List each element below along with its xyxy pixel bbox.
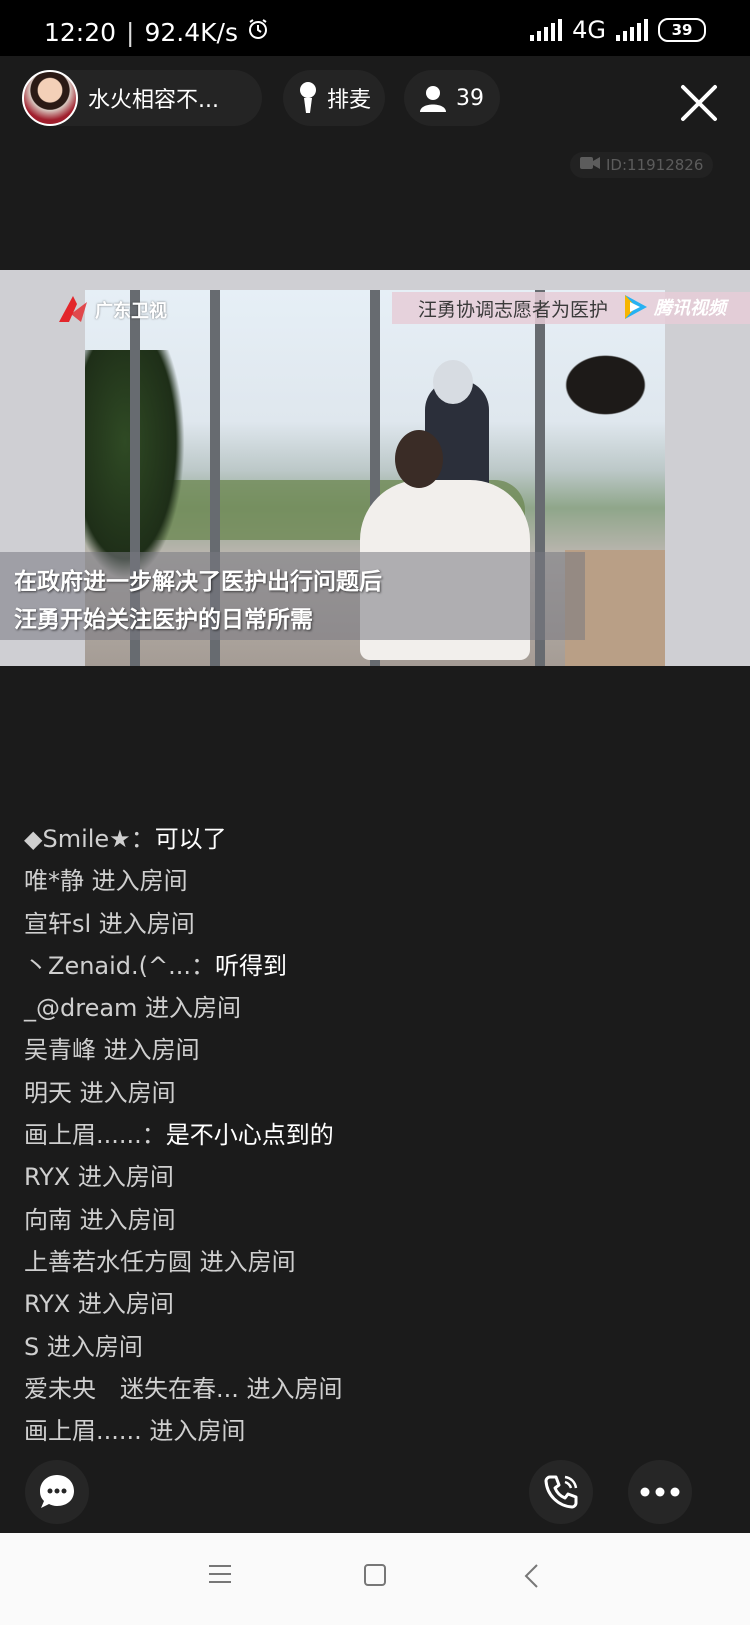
chat-username[interactable]: ◆Smile★：	[24, 825, 155, 853]
host-profile[interactable]: 水火相容不...	[22, 70, 262, 126]
phone-call-icon[interactable]	[541, 1472, 581, 1512]
status-right: 4G 39	[530, 16, 706, 44]
chat-message: 唯*静 进入房间	[24, 860, 724, 902]
signal-icon-2	[616, 19, 648, 41]
play-logo-icon	[625, 295, 647, 319]
platform-logo-text: 腾讯视频	[654, 298, 726, 319]
chat-username[interactable]: 丶Zenaid.(^...：	[24, 952, 215, 980]
network-type: 4G	[572, 16, 606, 44]
chat-message: 上善若水任方圆 进入房间	[24, 1241, 724, 1283]
chat-text: 可以了	[154, 825, 227, 853]
audience-count: 39	[456, 85, 484, 111]
chat-username[interactable]: 宣轩sl 进入房间	[24, 910, 195, 938]
close-icon[interactable]	[678, 82, 720, 124]
chat-message: 丶Zenaid.(^...：听得到	[24, 945, 724, 987]
chat-message: ◆Smile★：可以了	[24, 818, 724, 860]
chat-text: 是不小心点到的	[165, 1121, 334, 1150]
chat-message: 吴青峰 进入房间	[24, 1029, 724, 1071]
chat-username[interactable]: RYX 进入房间	[24, 1163, 174, 1191]
audience-count-button[interactable]: 39	[404, 70, 500, 126]
microphone-icon	[297, 81, 319, 115]
navigation-bar	[0, 1533, 750, 1625]
chat-message: 明天 进入房间	[24, 1072, 724, 1114]
platform-logo: 腾讯视频	[620, 292, 726, 322]
avatar[interactable]	[22, 70, 78, 126]
battery-icon: 39	[658, 18, 706, 42]
chat-username[interactable]: 明天 进入房间	[24, 1079, 176, 1107]
queue-mic-label: 排麦	[327, 88, 372, 113]
chat-message: 爱未央 迷失在春... 进入房间	[24, 1368, 724, 1410]
status-separator: |	[126, 17, 135, 47]
channel-logo-text: 广东卫视	[95, 301, 167, 322]
chat-username[interactable]: 唯*静 进入房间	[24, 867, 188, 895]
chat-message: _@dream 进入房间	[24, 987, 724, 1029]
alarm-clock-icon	[246, 17, 270, 47]
subtitle-line-2: 汪勇开始关注医护的日常所需	[14, 607, 313, 633]
home-square-icon[interactable]	[363, 1563, 387, 1587]
voice-call-button[interactable]	[529, 1460, 593, 1524]
status-net-speed: 92.4K/s	[144, 17, 238, 47]
more-button[interactable]	[628, 1460, 692, 1524]
status-time: 12:20	[44, 17, 117, 47]
chat-username[interactable]: _@dream 进入房间	[24, 994, 241, 1022]
user-icon	[418, 83, 448, 113]
host-name: 水火相容不...	[88, 88, 219, 113]
video-camera-icon	[580, 156, 600, 174]
chat-message: 向南 进入房间	[24, 1199, 724, 1241]
chat-message: S 进入房间	[24, 1326, 724, 1368]
chat-message: 宣轩sl 进入房间	[24, 903, 724, 945]
back-chevron-icon[interactable]	[523, 1563, 539, 1589]
chat-button[interactable]	[25, 1460, 89, 1524]
menu-icon[interactable]	[208, 1563, 232, 1585]
chat-username[interactable]: 画上眉...... 进入房间	[24, 1417, 245, 1445]
chat-username[interactable]: 上善若水任方圆 进入房间	[24, 1248, 296, 1276]
close-button[interactable]	[678, 82, 720, 124]
chat-username[interactable]: S 进入房间	[24, 1333, 143, 1361]
signal-icon	[530, 19, 563, 41]
room-id: ID:11912826	[606, 156, 704, 174]
chat-message: RYX 进入房间	[24, 1156, 724, 1198]
chat-text: 听得到	[215, 951, 288, 980]
chat-bubble-icon[interactable]	[37, 1472, 77, 1512]
chat-username[interactable]: 爱未央 迷失在春... 进入房间	[24, 1375, 343, 1403]
subtitle-line-1: 在政府进一步解决了医护出行问题后	[14, 569, 382, 595]
status-left: 12:20 | 92.4K/s	[44, 17, 270, 47]
chat-username[interactable]: 画上眉......：	[24, 1121, 166, 1149]
chat-message: 画上眉...... 进入房间	[24, 1410, 724, 1452]
more-dots-icon[interactable]	[640, 1487, 680, 1497]
channel-logo: 广东卫视	[55, 292, 167, 328]
chat-username[interactable]: RYX 进入房间	[24, 1290, 174, 1318]
battery-level: 39	[671, 21, 693, 39]
queue-mic-button[interactable]: 排麦	[283, 70, 385, 126]
chat-username[interactable]: 向南 进入房间	[24, 1206, 176, 1234]
room-id-badge: ID:11912826	[570, 152, 714, 178]
chat-list[interactable]: ◆Smile★：可以了 唯*静 进入房间 宣轩sl 进入房间 丶Zenaid.(^..…	[24, 818, 724, 1452]
status-bar: 12:20 | 92.4K/s 4G 39	[0, 0, 750, 56]
chat-message: 画上眉......：是不小心点到的	[24, 1114, 724, 1156]
video-player[interactable]: 广东卫视 汪勇协调志愿者为医护 腾讯视频 在政府进一步解决了医护出行问题后 汪勇…	[0, 270, 750, 666]
chat-message: RYX 进入房间	[24, 1283, 724, 1325]
chat-username[interactable]: 吴青峰 进入房间	[24, 1036, 200, 1064]
news-banner-text: 汪勇协调志愿者为医护	[418, 298, 609, 321]
